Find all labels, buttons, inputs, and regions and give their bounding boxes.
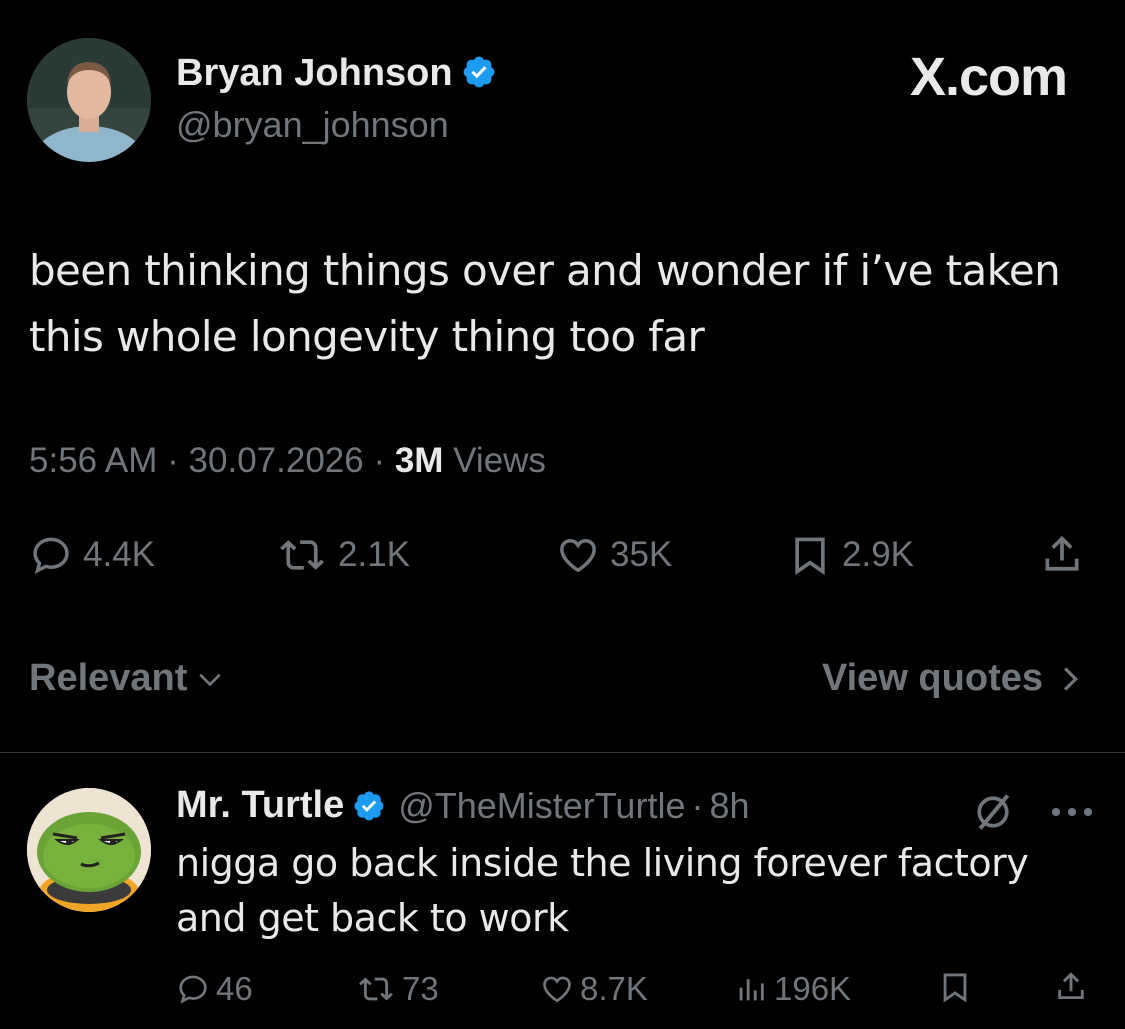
reply-like-count: 8.7K (580, 970, 648, 1007)
chevron-right-icon (1064, 666, 1078, 691)
share-button[interactable] (1040, 533, 1094, 577)
reply-action-bar: 46 73 8.7K 196K (0, 966, 1125, 1020)
author-name[interactable]: Bryan Johnson (176, 52, 497, 95)
author-avatar[interactable] (27, 38, 151, 162)
bookmark-count: 2.9K (842, 535, 914, 574)
repost-icon (359, 977, 393, 1001)
tweet-date[interactable]: 30.07.2026 (189, 441, 364, 480)
tweet-time[interactable]: 5:56 AM (29, 441, 157, 480)
more-options-icon[interactable] (1049, 802, 1095, 822)
heart-icon (560, 538, 596, 573)
reply-reply-button[interactable]: 46 (176, 970, 253, 1008)
author-handle[interactable]: @bryan_johnson (176, 104, 449, 146)
reply-header-icons (971, 790, 1095, 834)
reply-views-button[interactable]: 196K (734, 970, 851, 1008)
tweet-action-bar: 4.4K 2.1K 35K 2.9K (0, 525, 1125, 595)
meta-separator: · (373, 441, 386, 480)
reply-count: 4.4K (83, 535, 155, 574)
reply-text: nigga go back inside the living forever … (176, 841, 1029, 940)
chevron-down-icon (199, 673, 222, 686)
reply-icon (33, 537, 69, 574)
reply-reply-count: 46 (216, 970, 253, 1007)
view-quotes-link[interactable]: View quotes (822, 657, 1085, 700)
meta-separator: · (167, 441, 179, 480)
like-button[interactable]: 35K (556, 533, 672, 577)
bookmark-icon (795, 537, 825, 575)
tweet-meta: 5:56 AM · 30.07.2026 · 3M Views (29, 441, 546, 481)
reply-time[interactable]: 8h (709, 785, 749, 827)
reply-icon (179, 975, 207, 1004)
turtle-avatar-icon (27, 788, 151, 912)
reply-author-name[interactable]: Mr. Turtle (176, 784, 344, 827)
reply-repost-count: 73 (402, 970, 439, 1007)
analytics-icon (739, 979, 764, 1001)
reply-like-button[interactable]: 8.7K (540, 970, 648, 1008)
reply-avatar[interactable] (27, 788, 151, 912)
share-icon (1045, 535, 1079, 571)
sort-replies-dropdown[interactable]: Relevant (29, 657, 223, 700)
verified-badge-icon (463, 56, 494, 88)
bookmark-button[interactable]: 2.9K (788, 533, 914, 577)
verified-badge-icon (354, 790, 384, 821)
author-name-text: Bryan Johnson (176, 52, 453, 94)
grok-icon[interactable] (971, 790, 1015, 834)
repost-count: 2.1K (338, 535, 410, 574)
like-count: 35K (610, 535, 673, 574)
reply-author-handle[interactable]: @TheMisterTurtle (398, 785, 685, 827)
reply-repost-button[interactable]: 73 (356, 970, 439, 1008)
reply-bookmark-button[interactable] (938, 970, 978, 1004)
brand-logo: X.com (909, 47, 1068, 107)
tweet-text: been thinking things over and wonder if … (29, 246, 1061, 361)
heart-icon (543, 976, 571, 1003)
bookmark-icon (943, 973, 967, 1003)
reply-header: Mr. Turtle @TheMisterTurtle · 8h (176, 784, 750, 827)
reply-button[interactable]: 4.4K (29, 533, 155, 577)
meta-separator: · (691, 784, 704, 826)
sort-label: Relevant (29, 657, 188, 699)
profile-photo-icon (27, 38, 151, 162)
repost-icon (280, 540, 324, 570)
view-quotes-label: View quotes (821, 657, 1043, 699)
repost-button[interactable]: 2.1K (276, 533, 410, 577)
views-count: 3M (394, 441, 444, 480)
reply-views-count: 196K (774, 970, 852, 1007)
views-label: Views (453, 441, 546, 480)
share-icon (1058, 972, 1084, 1000)
reply-share-button[interactable] (1054, 970, 1094, 1004)
divider (0, 752, 1125, 753)
